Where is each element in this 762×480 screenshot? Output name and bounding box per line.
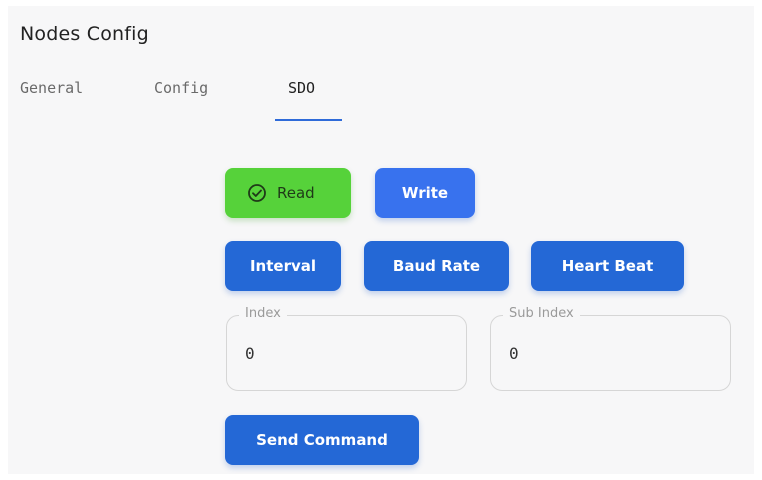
tab-sdo[interactable]: SDO bbox=[288, 79, 315, 97]
interval-button[interactable]: Interval bbox=[225, 241, 341, 291]
tab-general[interactable]: General bbox=[20, 79, 83, 97]
baud-rate-button-label: Baud Rate bbox=[392, 257, 481, 275]
read-button[interactable]: Read bbox=[225, 168, 351, 218]
index-field[interactable]: Index 0 bbox=[226, 306, 467, 391]
baud-rate-button[interactable]: Baud Rate bbox=[364, 241, 509, 291]
interval-button-label: Interval bbox=[249, 257, 317, 275]
read-button-label: Read bbox=[277, 184, 315, 202]
write-button[interactable]: Write bbox=[375, 168, 475, 218]
sub-index-field-label: Sub Index bbox=[503, 306, 580, 321]
heart-beat-button-label: Heart Beat bbox=[561, 257, 654, 275]
write-button-label: Write bbox=[401, 184, 449, 202]
sub-index-field-value: 0 bbox=[509, 344, 519, 363]
index-field-value: 0 bbox=[245, 344, 255, 363]
page-title: Nodes Config bbox=[20, 23, 149, 45]
send-command-button-label: Send Command bbox=[256, 431, 388, 449]
send-command-button[interactable]: Send Command bbox=[225, 415, 419, 465]
nodes-config-panel bbox=[8, 6, 754, 474]
sub-index-field[interactable]: Sub Index 0 bbox=[490, 306, 731, 391]
index-field-label: Index bbox=[239, 306, 287, 321]
heart-beat-button[interactable]: Heart Beat bbox=[531, 241, 684, 291]
tab-config[interactable]: Config bbox=[154, 79, 208, 97]
active-tab-indicator bbox=[275, 119, 342, 121]
check-circle-icon bbox=[248, 184, 266, 202]
